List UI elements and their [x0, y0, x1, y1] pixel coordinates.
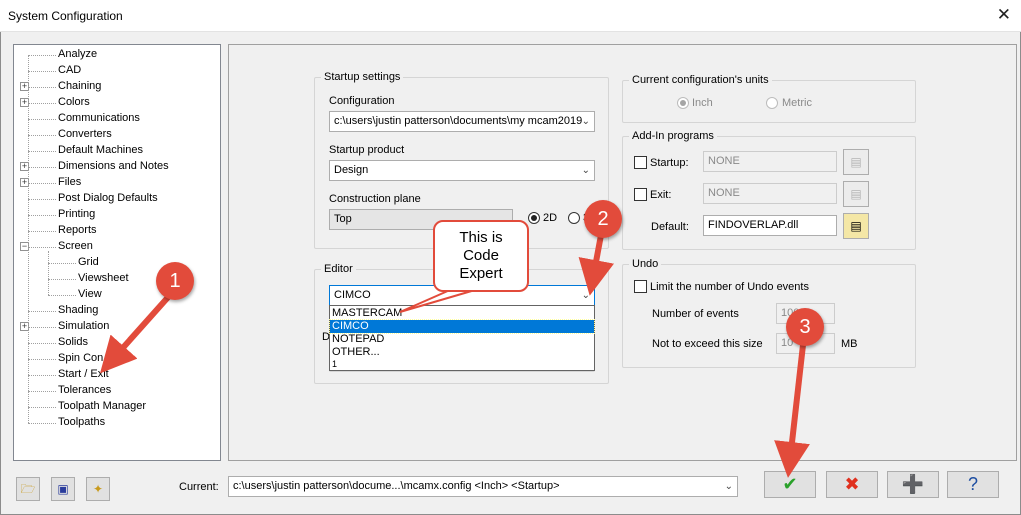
- arrow-3: [774, 344, 810, 478]
- callout-tail: [399, 289, 476, 313]
- badge-2: 2: [584, 200, 622, 238]
- arrow-2: [578, 234, 614, 296]
- callout-line-3: Expert: [459, 265, 503, 282]
- arrow-1: [100, 293, 173, 374]
- badge-1: 1: [156, 262, 194, 300]
- callout-bubble: This is Code Expert: [433, 220, 529, 292]
- callout-line-2: Code: [463, 247, 499, 264]
- badge-3: 3: [786, 308, 824, 346]
- callout-line-1: This is: [459, 229, 503, 246]
